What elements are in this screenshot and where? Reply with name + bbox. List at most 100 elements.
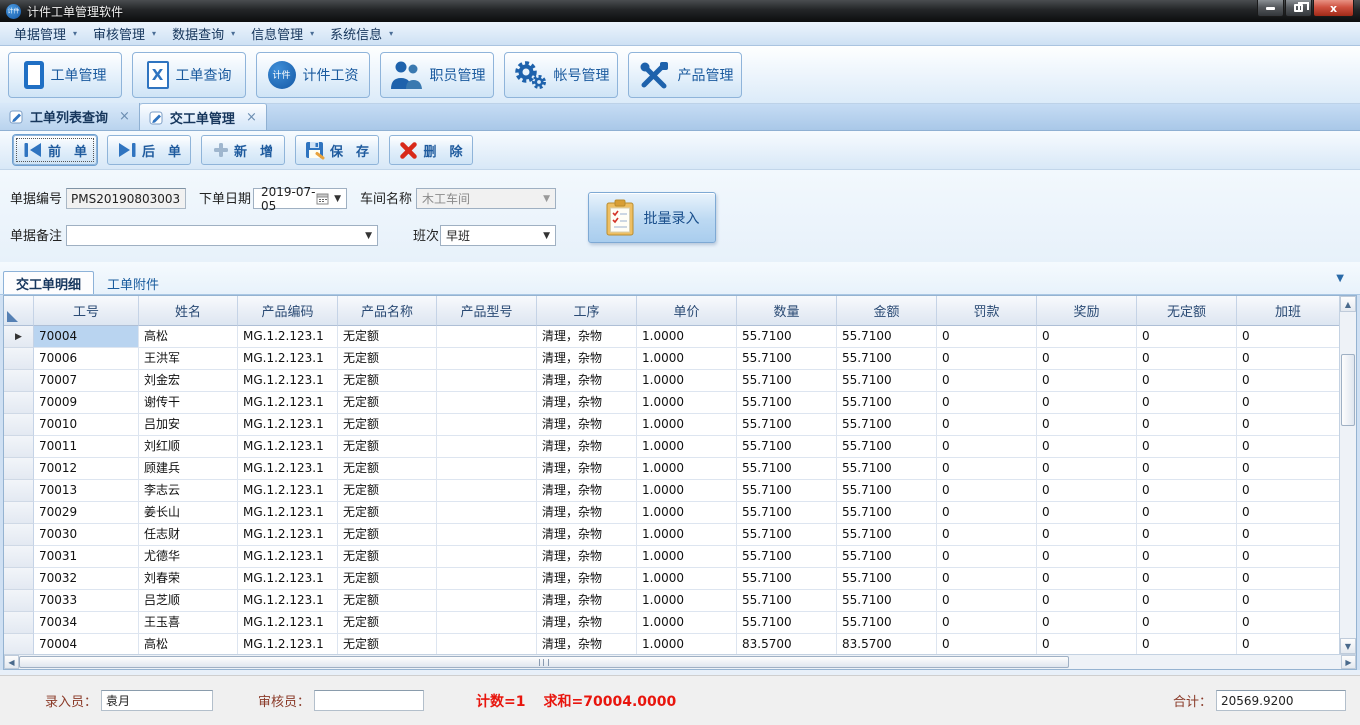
grid-cell[interactable]: MG.1.2.123.1 xyxy=(238,634,338,654)
grid-cell[interactable]: 55.7100 xyxy=(837,326,937,348)
grid-cell[interactable]: 0 xyxy=(937,568,1037,590)
grid-cell[interactable]: 0 xyxy=(1237,326,1339,348)
grid-cell[interactable]: 0 xyxy=(1137,634,1237,654)
grid-cell[interactable] xyxy=(437,458,537,480)
grid-cell[interactable] xyxy=(437,326,537,348)
menu-item-data-query[interactable]: 数据查询 ▾ xyxy=(164,24,243,44)
grid-cell[interactable]: 0 xyxy=(1237,568,1339,590)
grid-cell[interactable]: MG.1.2.123.1 xyxy=(238,392,338,414)
grid-cell[interactable]: 70009 xyxy=(34,392,139,414)
grid-cell[interactable]: 清理，杂物 xyxy=(537,414,637,436)
grid-cell[interactable]: 0 xyxy=(1237,502,1339,524)
grid-cell[interactable]: MG.1.2.123.1 xyxy=(238,458,338,480)
tab-delivery-order-detail[interactable]: 交工单明细 xyxy=(3,271,94,294)
close-button[interactable]: x xyxy=(1313,0,1354,17)
grid-cell[interactable]: 70032 xyxy=(34,568,139,590)
grid-cell[interactable]: 清理，杂物 xyxy=(537,568,637,590)
column-header-4[interactable]: 产品型号 xyxy=(437,296,537,326)
auditor-field[interactable] xyxy=(314,690,424,711)
grid-cell[interactable]: 70013 xyxy=(34,480,139,502)
row-selector[interactable] xyxy=(4,436,34,458)
grid-cell[interactable]: 清理，杂物 xyxy=(537,524,637,546)
row-selector[interactable]: ▶ xyxy=(4,326,34,348)
grid-cell[interactable]: 55.7100 xyxy=(837,590,937,612)
grid-cell[interactable]: 无定额 xyxy=(338,568,437,590)
grid-cell[interactable]: 0 xyxy=(1037,502,1137,524)
row-selector[interactable] xyxy=(4,524,34,546)
column-header-3[interactable]: 产品名称 xyxy=(338,296,437,326)
grid-cell[interactable]: MG.1.2.123.1 xyxy=(238,480,338,502)
grid-cell[interactable]: 1.0000 xyxy=(637,502,737,524)
total-field[interactable] xyxy=(1216,690,1346,711)
vertical-scroll-track[interactable] xyxy=(1340,312,1356,638)
grid-cell[interactable]: 清理，杂物 xyxy=(537,392,637,414)
column-header-9[interactable]: 罚款 xyxy=(937,296,1037,326)
grid-cell[interactable]: 1.0000 xyxy=(637,568,737,590)
grid-cell[interactable]: 王洪军 xyxy=(139,348,238,370)
grid-cell[interactable]: 吕芝顺 xyxy=(139,590,238,612)
grid-cell[interactable]: 0 xyxy=(1137,348,1237,370)
grid-cell[interactable]: 清理，杂物 xyxy=(537,458,637,480)
row-selector[interactable] xyxy=(4,392,34,414)
shift-select[interactable]: 早班 ▼ xyxy=(440,225,556,246)
grid-cell[interactable]: 0 xyxy=(1137,546,1237,568)
grid-cell[interactable]: 清理，杂物 xyxy=(537,502,637,524)
grid-cell[interactable]: 0 xyxy=(1237,546,1339,568)
tab-work-order-attachment[interactable]: 工单附件 xyxy=(94,271,172,294)
grid-cell[interactable]: 无定额 xyxy=(338,392,437,414)
grid-cell[interactable]: 刘红顺 xyxy=(139,436,238,458)
grid-cell[interactable]: 高松 xyxy=(139,634,238,654)
row-selector[interactable] xyxy=(4,414,34,436)
remark-select[interactable]: ▼ xyxy=(66,225,378,246)
grid-cell[interactable]: 任志财 xyxy=(139,524,238,546)
grid-cell[interactable]: 0 xyxy=(1237,370,1339,392)
grid-cell[interactable]: 70010 xyxy=(34,414,139,436)
action-button-next-order[interactable]: 后 单 xyxy=(107,135,191,165)
grid-cell[interactable]: 83.5700 xyxy=(737,634,837,654)
grid-cell[interactable]: 0 xyxy=(1137,568,1237,590)
grid-cell[interactable]: 无定额 xyxy=(338,370,437,392)
grid-cell[interactable] xyxy=(437,524,537,546)
grid-cell[interactable]: 70006 xyxy=(34,348,139,370)
column-header-5[interactable]: 工序 xyxy=(537,296,637,326)
column-header-7[interactable]: 数量 xyxy=(737,296,837,326)
grid-cell[interactable]: 0 xyxy=(937,370,1037,392)
grid-cell[interactable]: 0 xyxy=(1137,480,1237,502)
doc-tab-work-order-list-query[interactable]: 工单列表查询 × xyxy=(0,103,140,130)
grid-cell[interactable]: 0 xyxy=(1037,326,1137,348)
action-button-add-new[interactable]: 新 增 xyxy=(201,135,285,165)
grid-cell[interactable]: 0 xyxy=(1237,458,1339,480)
grid-cell[interactable]: 0 xyxy=(937,414,1037,436)
grid-cell[interactable]: 0 xyxy=(937,612,1037,634)
menu-item-audit[interactable]: 审核管理 ▾ xyxy=(85,24,164,44)
toolbar-button-product-mgmt[interactable]: 产品管理 xyxy=(628,52,742,98)
grid-cell[interactable]: 55.7100 xyxy=(837,414,937,436)
column-header-1[interactable]: 姓名 xyxy=(139,296,238,326)
grid-cell[interactable]: 70030 xyxy=(34,524,139,546)
grid-cell[interactable]: 清理，杂物 xyxy=(537,590,637,612)
grid-cell[interactable]: 0 xyxy=(1037,370,1137,392)
grid-cell[interactable]: 0 xyxy=(1037,524,1137,546)
grid-cell[interactable]: 1.0000 xyxy=(637,612,737,634)
grid-cell[interactable]: 0 xyxy=(1137,370,1237,392)
grid-cell[interactable]: 55.7100 xyxy=(837,348,937,370)
grid-cell[interactable]: 谢传干 xyxy=(139,392,238,414)
menu-item-information[interactable]: 信息管理 ▾ xyxy=(243,24,322,44)
grid-cell[interactable]: 1.0000 xyxy=(637,348,737,370)
grid-cell[interactable]: 无定额 xyxy=(338,502,437,524)
restore-button[interactable] xyxy=(1285,0,1312,17)
grid-cell[interactable]: 清理，杂物 xyxy=(537,436,637,458)
vertical-scrollbar[interactable]: ▲ ▼ xyxy=(1339,296,1356,654)
grid-cell[interactable]: 0 xyxy=(937,590,1037,612)
grid-cell[interactable]: 刘金宏 xyxy=(139,370,238,392)
grid-cell[interactable]: 顾建兵 xyxy=(139,458,238,480)
grid-cell[interactable]: 无定额 xyxy=(338,634,437,654)
grid-cell[interactable]: 1.0000 xyxy=(637,634,737,654)
grid-cell[interactable]: 70031 xyxy=(34,546,139,568)
grid-cell[interactable]: 0 xyxy=(1137,612,1237,634)
grid-cell[interactable]: 姜长山 xyxy=(139,502,238,524)
grid-cell[interactable]: 83.5700 xyxy=(837,634,937,654)
grid-cell[interactable]: 55.7100 xyxy=(737,414,837,436)
grid-cell[interactable]: 0 xyxy=(1237,634,1339,654)
grid-cell[interactable]: 1.0000 xyxy=(637,392,737,414)
